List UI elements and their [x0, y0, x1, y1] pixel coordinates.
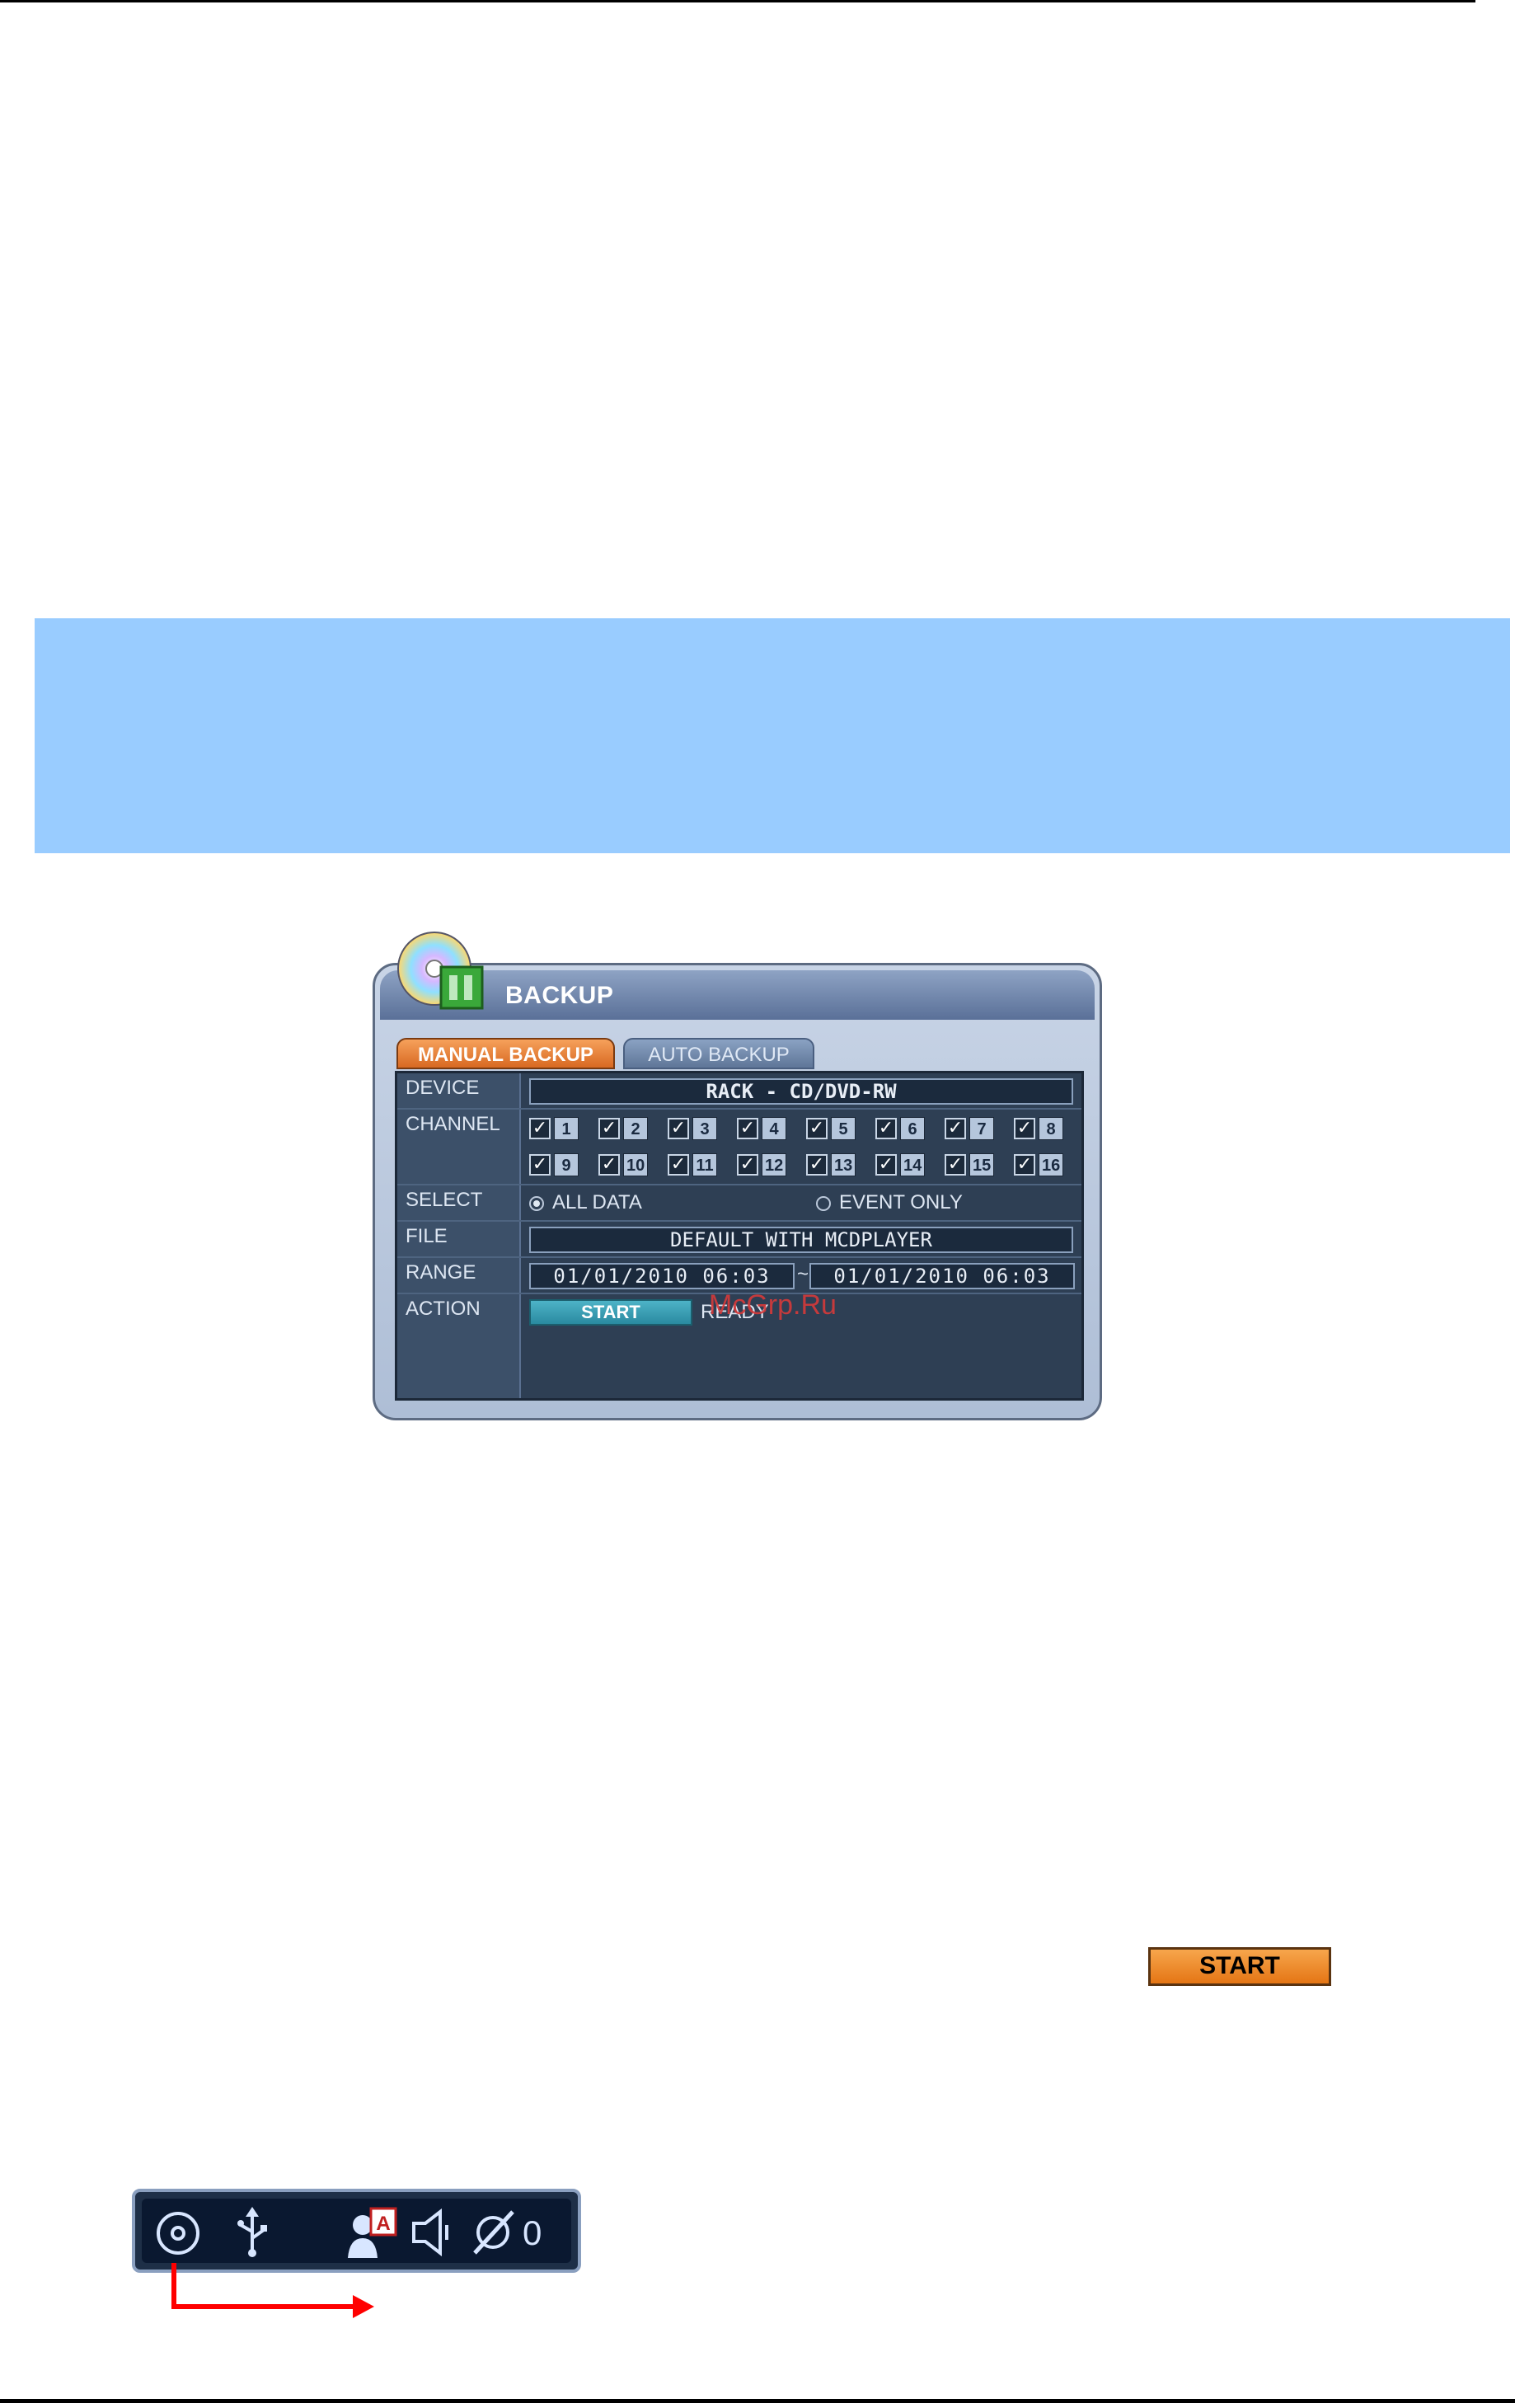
backup-disc-icon	[397, 932, 484, 1010]
checkmark-icon: ✓	[737, 1118, 758, 1139]
checkmark-icon: ✓	[668, 1118, 689, 1139]
channel-checkbox[interactable]: ✓ 4	[737, 1115, 806, 1143]
checkmark-icon: ✓	[945, 1154, 966, 1176]
channel-checkbox[interactable]: ✓ 1	[529, 1115, 598, 1143]
watermark: McGrp.Ru	[709, 1289, 837, 1321]
select-label: SELECT	[397, 1185, 521, 1220]
channel-number: 9	[554, 1153, 579, 1176]
channel-checkbox[interactable]: ✓ 8	[1014, 1115, 1083, 1143]
select-row: SELECT ALL DATA EVENT ONLY	[397, 1185, 1081, 1222]
arrow-horizontal	[171, 2304, 361, 2309]
range-start-field[interactable]: 01/01/2010 06:03	[529, 1263, 795, 1289]
channel-checkbox[interactable]: ✓ 13	[806, 1151, 875, 1179]
checkmark-icon: ✓	[806, 1154, 828, 1176]
channel-checkbox[interactable]: ✓ 6	[875, 1115, 945, 1143]
channel-number: 2	[623, 1117, 648, 1140]
event-only-label: EVENT ONLY	[839, 1191, 963, 1213]
checkmark-icon: ✓	[598, 1154, 620, 1176]
status-count: 0	[523, 2213, 542, 2252]
all-data-radio[interactable]	[529, 1196, 544, 1211]
tab-auto-backup[interactable]: AUTO BACKUP	[623, 1038, 814, 1069]
device-row: DEVICE RACK - CD/DVD-RW	[397, 1073, 1081, 1110]
channel-number: 6	[900, 1117, 925, 1140]
file-select[interactable]: DEFAULT WITH MCDPLAYER	[529, 1227, 1073, 1253]
disc-icon	[157, 2212, 199, 2255]
channel-number: 11	[692, 1153, 717, 1176]
note-band	[35, 618, 1510, 853]
range-end-field[interactable]: 01/01/2010 06:03	[809, 1263, 1075, 1289]
channel-checkbox[interactable]: ✓ 11	[668, 1151, 737, 1179]
checkmark-icon: ✓	[1014, 1118, 1035, 1139]
start-button[interactable]: START	[1148, 1947, 1331, 1986]
mute-icon	[473, 2210, 514, 2255]
bottom-rule	[0, 2399, 1515, 2403]
checkmark-icon: ✓	[806, 1118, 828, 1139]
checkmark-icon: ✓	[668, 1154, 689, 1176]
channel-number: 5	[831, 1117, 856, 1140]
channel-checkbox[interactable]: ✓ 5	[806, 1115, 875, 1143]
backup-window: BACKUP MANUAL BACKUP AUTO BACKUP DEVICE …	[373, 932, 1102, 1420]
checkmark-icon: ✓	[1014, 1154, 1035, 1176]
channel-number: 8	[1039, 1117, 1063, 1140]
backup-start-button[interactable]: START	[529, 1299, 692, 1326]
device-select[interactable]: RACK - CD/DVD-RW	[529, 1078, 1073, 1105]
checkmark-icon: ✓	[598, 1118, 620, 1139]
file-row: FILE DEFAULT WITH MCDPLAYER	[397, 1222, 1081, 1258]
backup-titlebar: BACKUP	[380, 932, 1095, 1020]
channel-row: CHANNEL ✓ 1 ✓ 2 ✓ 3 ✓ 4 ✓ 5 ✓ 6 ✓ 7 ✓ 8 ✓ 9 ✓ 10 ✓ 11 ✓ 12 ✓ 13 ✓ 1…	[397, 1110, 1081, 1185]
channel-checkbox[interactable]: ✓ 10	[598, 1151, 668, 1179]
channel-checkbox[interactable]: ✓ 16	[1014, 1151, 1083, 1179]
event-only-radio[interactable]	[816, 1196, 831, 1211]
action-label: ACTION	[397, 1294, 521, 1398]
speaker-icon	[412, 2209, 448, 2256]
status-bar: A 0	[132, 2189, 581, 2273]
channel-checkbox[interactable]: ✓ 2	[598, 1115, 668, 1143]
range-separator: ~	[797, 1263, 809, 1285]
svg-text:A: A	[376, 2213, 390, 2235]
checkmark-icon: ✓	[529, 1154, 551, 1176]
backup-panel: DEVICE RACK - CD/DVD-RW CHANNEL ✓ 1 ✓ 2 ✓ 3 ✓ 4…	[395, 1071, 1084, 1401]
usb-icon	[237, 2207, 267, 2257]
checkmark-icon: ✓	[529, 1118, 551, 1139]
channel-number: 15	[969, 1153, 995, 1176]
channel-number: 12	[762, 1153, 787, 1176]
file-label: FILE	[397, 1222, 521, 1256]
arrow-head-icon	[353, 2295, 374, 2318]
channel-checkbox[interactable]: ✓ 3	[668, 1115, 737, 1143]
all-data-label: ALL DATA	[552, 1191, 642, 1213]
channel-label: CHANNEL	[397, 1110, 521, 1184]
channel-number: 7	[969, 1117, 994, 1140]
checkmark-icon: ✓	[875, 1154, 897, 1176]
checkmark-icon: ✓	[945, 1118, 966, 1139]
arrow-vertical	[171, 2263, 176, 2309]
user-alert-icon: A	[348, 2207, 397, 2258]
range-label: RANGE	[397, 1258, 521, 1293]
device-label: DEVICE	[397, 1073, 521, 1108]
tab-manual-backup[interactable]: MANUAL BACKUP	[396, 1038, 615, 1069]
channel-number: 13	[831, 1153, 856, 1176]
channel-number: 14	[900, 1153, 926, 1176]
channel-checkbox[interactable]: ✓ 15	[945, 1151, 1014, 1179]
channel-checkbox[interactable]: ✓ 14	[875, 1151, 945, 1179]
channel-number: 1	[554, 1117, 579, 1140]
channel-number: 16	[1039, 1153, 1064, 1176]
checkmark-icon: ✓	[875, 1118, 897, 1139]
channel-checkbox[interactable]: ✓ 9	[529, 1151, 598, 1179]
checkmark-icon: ✓	[737, 1154, 758, 1176]
channel-checkbox[interactable]: ✓ 12	[737, 1151, 806, 1179]
channel-number: 10	[623, 1153, 649, 1176]
channel-number: 3	[692, 1117, 717, 1140]
top-rule	[0, 0, 1475, 2]
backup-title: BACKUP	[505, 982, 614, 1009]
status-bar-inner: A 0	[142, 2199, 571, 2263]
channel-checkbox[interactable]: ✓ 7	[945, 1115, 1014, 1143]
channel-number: 4	[762, 1117, 786, 1140]
